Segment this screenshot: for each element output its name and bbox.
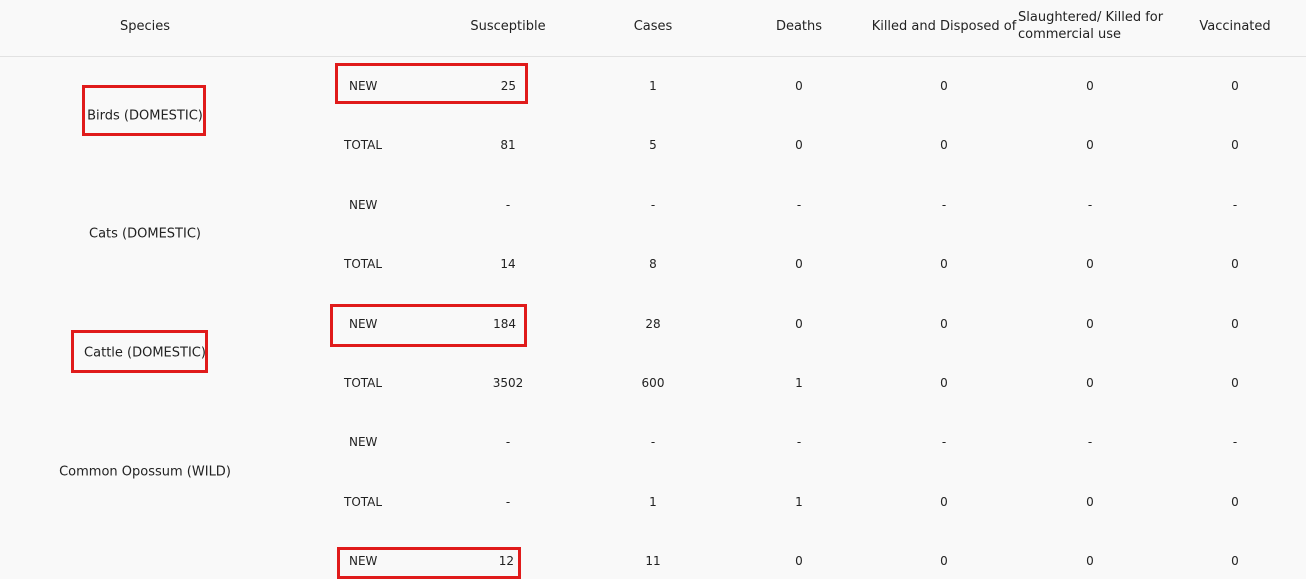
cell-cases: 600 [641, 376, 665, 390]
row-type-label: TOTAL [344, 257, 383, 271]
cell-deaths: 0 [795, 317, 803, 331]
header-slaughtered: Slaughtered/ Killed for commercial use [1018, 10, 1164, 42]
highlight-box-cattle-new [330, 304, 527, 347]
table-header: Species Susceptible Cases Deaths Killed … [0, 0, 1306, 57]
cell-cases: 1 [649, 495, 657, 509]
cell-deaths: 1 [795, 495, 803, 509]
cell-killed: 0 [940, 554, 948, 568]
cell-susceptible: - [505, 495, 511, 509]
cell-killed: 0 [940, 257, 948, 271]
cell-deaths: 1 [795, 376, 803, 390]
cell-cases: 8 [649, 257, 657, 271]
row-type-label: TOTAL [344, 495, 383, 509]
cell-cases: 1 [649, 79, 657, 93]
cell-killed: 0 [940, 317, 948, 331]
cell-cases: 5 [649, 138, 657, 152]
cell-slaughtered: - [1087, 198, 1093, 212]
cell-susceptible: - [505, 435, 511, 449]
cell-slaughtered: 0 [1086, 495, 1094, 509]
cell-deaths: - [796, 435, 802, 449]
cell-slaughtered: - [1087, 435, 1093, 449]
cell-killed: 0 [940, 376, 948, 390]
highlight-box-birds-species [82, 85, 206, 136]
header-cases: Cases [633, 19, 673, 34]
cell-vaccinated: 0 [1231, 257, 1239, 271]
cell-cases: 11 [645, 554, 661, 568]
header-killed: Killed and Disposed of [871, 19, 1017, 34]
cell-susceptible: - [505, 198, 511, 212]
cell-cases: 28 [645, 317, 661, 331]
cell-vaccinated: 0 [1231, 317, 1239, 331]
cell-vaccinated: 0 [1231, 554, 1239, 568]
cell-susceptible: 3502 [492, 376, 524, 390]
cell-susceptible: 14 [500, 257, 516, 271]
cell-vaccinated: 0 [1231, 376, 1239, 390]
cell-cases: - [650, 435, 656, 449]
cell-deaths: 0 [795, 79, 803, 93]
row-type-label: TOTAL [344, 138, 383, 152]
cell-slaughtered: 0 [1086, 554, 1094, 568]
header-species: Species [119, 19, 171, 34]
cell-deaths: 0 [795, 138, 803, 152]
cell-slaughtered: 0 [1086, 317, 1094, 331]
cell-deaths: 0 [795, 257, 803, 271]
cell-killed: 0 [940, 495, 948, 509]
highlight-box-row5-new [337, 547, 521, 579]
cell-vaccinated: 0 [1231, 495, 1239, 509]
cell-killed: 0 [940, 138, 948, 152]
row-type-label: NEW [349, 435, 378, 449]
cell-killed: - [941, 198, 947, 212]
species-name: Cats (DOMESTIC) [89, 226, 201, 242]
cell-cases: - [650, 198, 656, 212]
cell-killed: - [941, 435, 947, 449]
header-vaccinated: Vaccinated [1199, 19, 1271, 34]
cell-vaccinated: - [1232, 435, 1238, 449]
cell-vaccinated: 0 [1231, 138, 1239, 152]
highlight-box-birds-new [335, 63, 528, 104]
cell-killed: 0 [940, 79, 948, 93]
cell-slaughtered: 0 [1086, 138, 1094, 152]
highlight-box-cattle-species [71, 330, 208, 373]
cell-vaccinated: 0 [1231, 79, 1239, 93]
cell-deaths: - [796, 198, 802, 212]
species-name: Common Opossum (WILD) [59, 464, 231, 480]
cell-susceptible: 81 [500, 138, 516, 152]
cell-slaughtered: 0 [1086, 257, 1094, 271]
cell-deaths: 0 [795, 554, 803, 568]
cell-vaccinated: - [1232, 198, 1238, 212]
header-susceptible: Susceptible [470, 19, 546, 34]
cell-slaughtered: 0 [1086, 376, 1094, 390]
row-type-label: NEW [349, 198, 378, 212]
row-type-label: TOTAL [344, 376, 383, 390]
header-deaths: Deaths [775, 19, 823, 34]
cell-slaughtered: 0 [1086, 79, 1094, 93]
